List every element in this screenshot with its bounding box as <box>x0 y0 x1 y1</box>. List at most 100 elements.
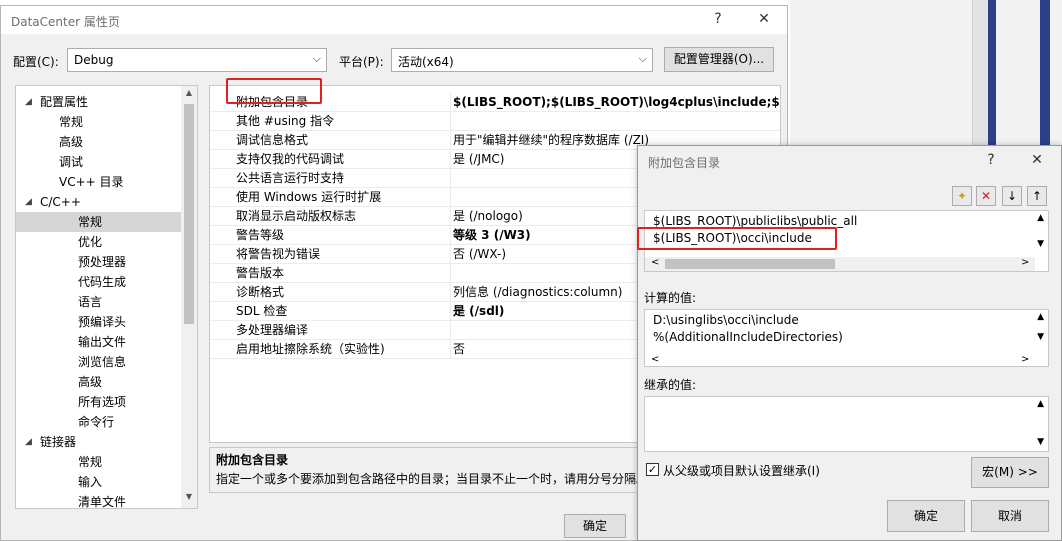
tree-item-label: 预处理器 <box>78 255 127 269</box>
tree-item-label: 常规 <box>59 115 84 129</box>
scroll-down-icon[interactable]: ▼ <box>1037 239 1044 249</box>
dialog-ok-button[interactable]: 确定 <box>887 500 965 532</box>
scroll-left-icon[interactable]: < <box>651 257 659 268</box>
ok-button[interactable]: 确定 <box>564 514 626 538</box>
property-value[interactable]: $(LIBS_ROOT);$(LIBS_ROOT)\log4cplus\incl… <box>450 93 780 111</box>
inherit-checkbox-label[interactable]: 从父级或项目默认设置继承(I) <box>663 462 820 479</box>
property-name: 将警告视为错误 <box>236 247 321 261</box>
scroll-up-icon[interactable]: ▲ <box>1037 312 1044 322</box>
tree-item-label: 输出文件 <box>78 335 127 349</box>
include-dirs-dialog: 附加包含目录 ? ✕ ✦ ✕ ↓ ↑ $(LIBS_ROOT)\publicli… <box>637 145 1062 541</box>
tree-item[interactable]: 命令行 <box>16 412 182 432</box>
scroll-down-icon[interactable]: ▼ <box>181 492 197 506</box>
tree-item[interactable]: VC++ 目录 <box>16 172 182 192</box>
move-up-icon[interactable]: ↑ <box>1027 186 1047 206</box>
property-row[interactable]: 其他 #using 指令 <box>210 112 780 131</box>
tree-item[interactable]: 高级 <box>16 372 182 392</box>
expander-icon[interactable]: ◢ <box>25 192 32 212</box>
tree-item[interactable]: 调试 <box>16 152 182 172</box>
inherited-values: ▲ ▼ <box>644 396 1049 452</box>
tree-item-label: 调试 <box>59 155 84 169</box>
expander-icon[interactable]: ◢ <box>25 92 32 112</box>
property-name: 诊断格式 <box>236 285 285 299</box>
computed-line: D:\usinglibs\occi\include <box>653 313 799 327</box>
move-down-icon[interactable]: ↓ <box>1002 186 1022 206</box>
entries-hscroll-thumb[interactable] <box>665 259 835 269</box>
tree-item[interactable]: ◢ C/C++ <box>16 192 182 212</box>
tree-item-label: 语言 <box>78 295 103 309</box>
tree-item-label: 输入 <box>78 475 103 489</box>
tree-item[interactable]: 常规 <box>16 112 182 132</box>
tree-item[interactable]: 所有选项 <box>16 392 182 412</box>
tree-item[interactable]: 语言 <box>16 292 182 312</box>
dialog-help-button[interactable]: ? <box>980 152 1002 170</box>
tree-item-label: 浏览信息 <box>78 355 127 369</box>
property-value[interactable] <box>450 112 780 130</box>
tree-item-label: 配置属性 <box>40 95 89 109</box>
tree-item-label: 优化 <box>78 235 103 249</box>
configuration-manager-button[interactable]: 配置管理器(O)... <box>664 47 774 72</box>
tree-item[interactable]: 常规 <box>16 452 182 472</box>
macro-button[interactable]: 宏(M) >> <box>971 457 1049 488</box>
tree-item[interactable]: 浏览信息 <box>16 352 182 372</box>
title-bar: DataCenter 属性页 ? ✕ <box>1 6 787 34</box>
scroll-down-icon[interactable]: ▼ <box>1037 437 1044 447</box>
background-window-accent-right <box>1040 0 1050 150</box>
tree-item[interactable]: 优化 <box>16 232 182 252</box>
tree-item[interactable]: 预处理器 <box>16 252 182 272</box>
tree-scrollbar[interactable]: ▲ ▼ <box>181 86 197 508</box>
dialog-cancel-button[interactable]: 取消 <box>971 500 1049 532</box>
window-title: DataCenter 属性页 <box>11 15 120 29</box>
background-window-accent <box>988 0 996 150</box>
entry-line[interactable]: $(LIBS_ROOT)\publiclibs\public_all <box>653 214 857 228</box>
property-tree: ◢ 配置属性 常规 高级 调试 VC++ 目录 ◢ C/C++ 常规 优化 预处理器 代码生成 语言 预编… <box>15 85 198 509</box>
chevron-down-icon: ⌵ <box>312 52 321 65</box>
property-name: 调试信息格式 <box>236 133 309 147</box>
new-line-icon[interactable]: ✦ <box>952 186 972 206</box>
scroll-left-icon[interactable]: < <box>651 354 659 365</box>
tree-item[interactable]: ◢ 配置属性 <box>16 92 182 112</box>
tree-item[interactable]: ◢ 链接器 <box>16 432 182 452</box>
property-name: 多处理器编译 <box>236 323 309 337</box>
scroll-up-icon[interactable]: ▲ <box>1037 399 1044 409</box>
computed-values: D:\usinglibs\occi\include %(AdditionalIn… <box>644 309 1049 367</box>
tree-item[interactable]: 预编译头 <box>16 312 182 332</box>
tree-item-label: 命令行 <box>78 415 115 429</box>
scroll-right-icon[interactable]: > <box>1021 257 1029 268</box>
scroll-down-icon[interactable]: ▼ <box>1037 332 1044 342</box>
platform-select[interactable]: 活动(x64) ⌵ <box>391 48 653 72</box>
inherit-checkbox[interactable]: ✓ <box>646 463 659 476</box>
platform-value: 活动(x64) <box>398 55 454 69</box>
property-name: SDL 检查 <box>236 304 288 318</box>
tree-item-label: 预编译头 <box>78 315 127 329</box>
close-button[interactable]: ✕ <box>753 11 775 29</box>
entries-hscrollbar[interactable]: < > <box>645 257 1035 271</box>
tree-scroll-thumb[interactable] <box>184 104 194 324</box>
computed-label: 计算的值: <box>644 291 697 305</box>
property-name: 公共语言运行时支持 <box>236 171 345 185</box>
tree-item[interactable]: 代码生成 <box>16 272 182 292</box>
scroll-up-icon[interactable]: ▲ <box>181 88 197 102</box>
tree-item[interactable]: 输出文件 <box>16 332 182 352</box>
tree-item-label: C/C++ <box>40 195 81 209</box>
delete-icon[interactable]: ✕ <box>976 186 996 206</box>
expander-icon[interactable]: ◢ <box>25 432 32 452</box>
property-name: 警告版本 <box>236 266 285 280</box>
scroll-right-icon[interactable]: > <box>1021 354 1029 365</box>
help-button[interactable]: ? <box>707 11 729 29</box>
tree-item[interactable]: 高级 <box>16 132 182 152</box>
property-name: 支持仅我的代码调试 <box>236 152 345 166</box>
scroll-up-icon[interactable]: ▲ <box>1037 213 1044 223</box>
tree-item[interactable]: 输入 <box>16 472 182 492</box>
config-select[interactable]: Debug ⌵ <box>67 48 327 72</box>
property-name: 启用地址擦除系统（实验性) <box>236 342 385 356</box>
tree-item[interactable]: 常规 <box>16 212 182 232</box>
tree-item-label: 高级 <box>59 135 84 149</box>
dialog-close-button[interactable]: ✕ <box>1026 152 1048 170</box>
tree-item[interactable]: 清单文件 <box>16 492 182 508</box>
tree-item-label: 高级 <box>78 375 103 389</box>
background-window-edge <box>972 0 988 150</box>
platform-label: 平台(P): <box>339 55 384 69</box>
property-name: 取消显示启动版权标志 <box>236 209 357 223</box>
tree-item-label: 常规 <box>78 215 103 229</box>
